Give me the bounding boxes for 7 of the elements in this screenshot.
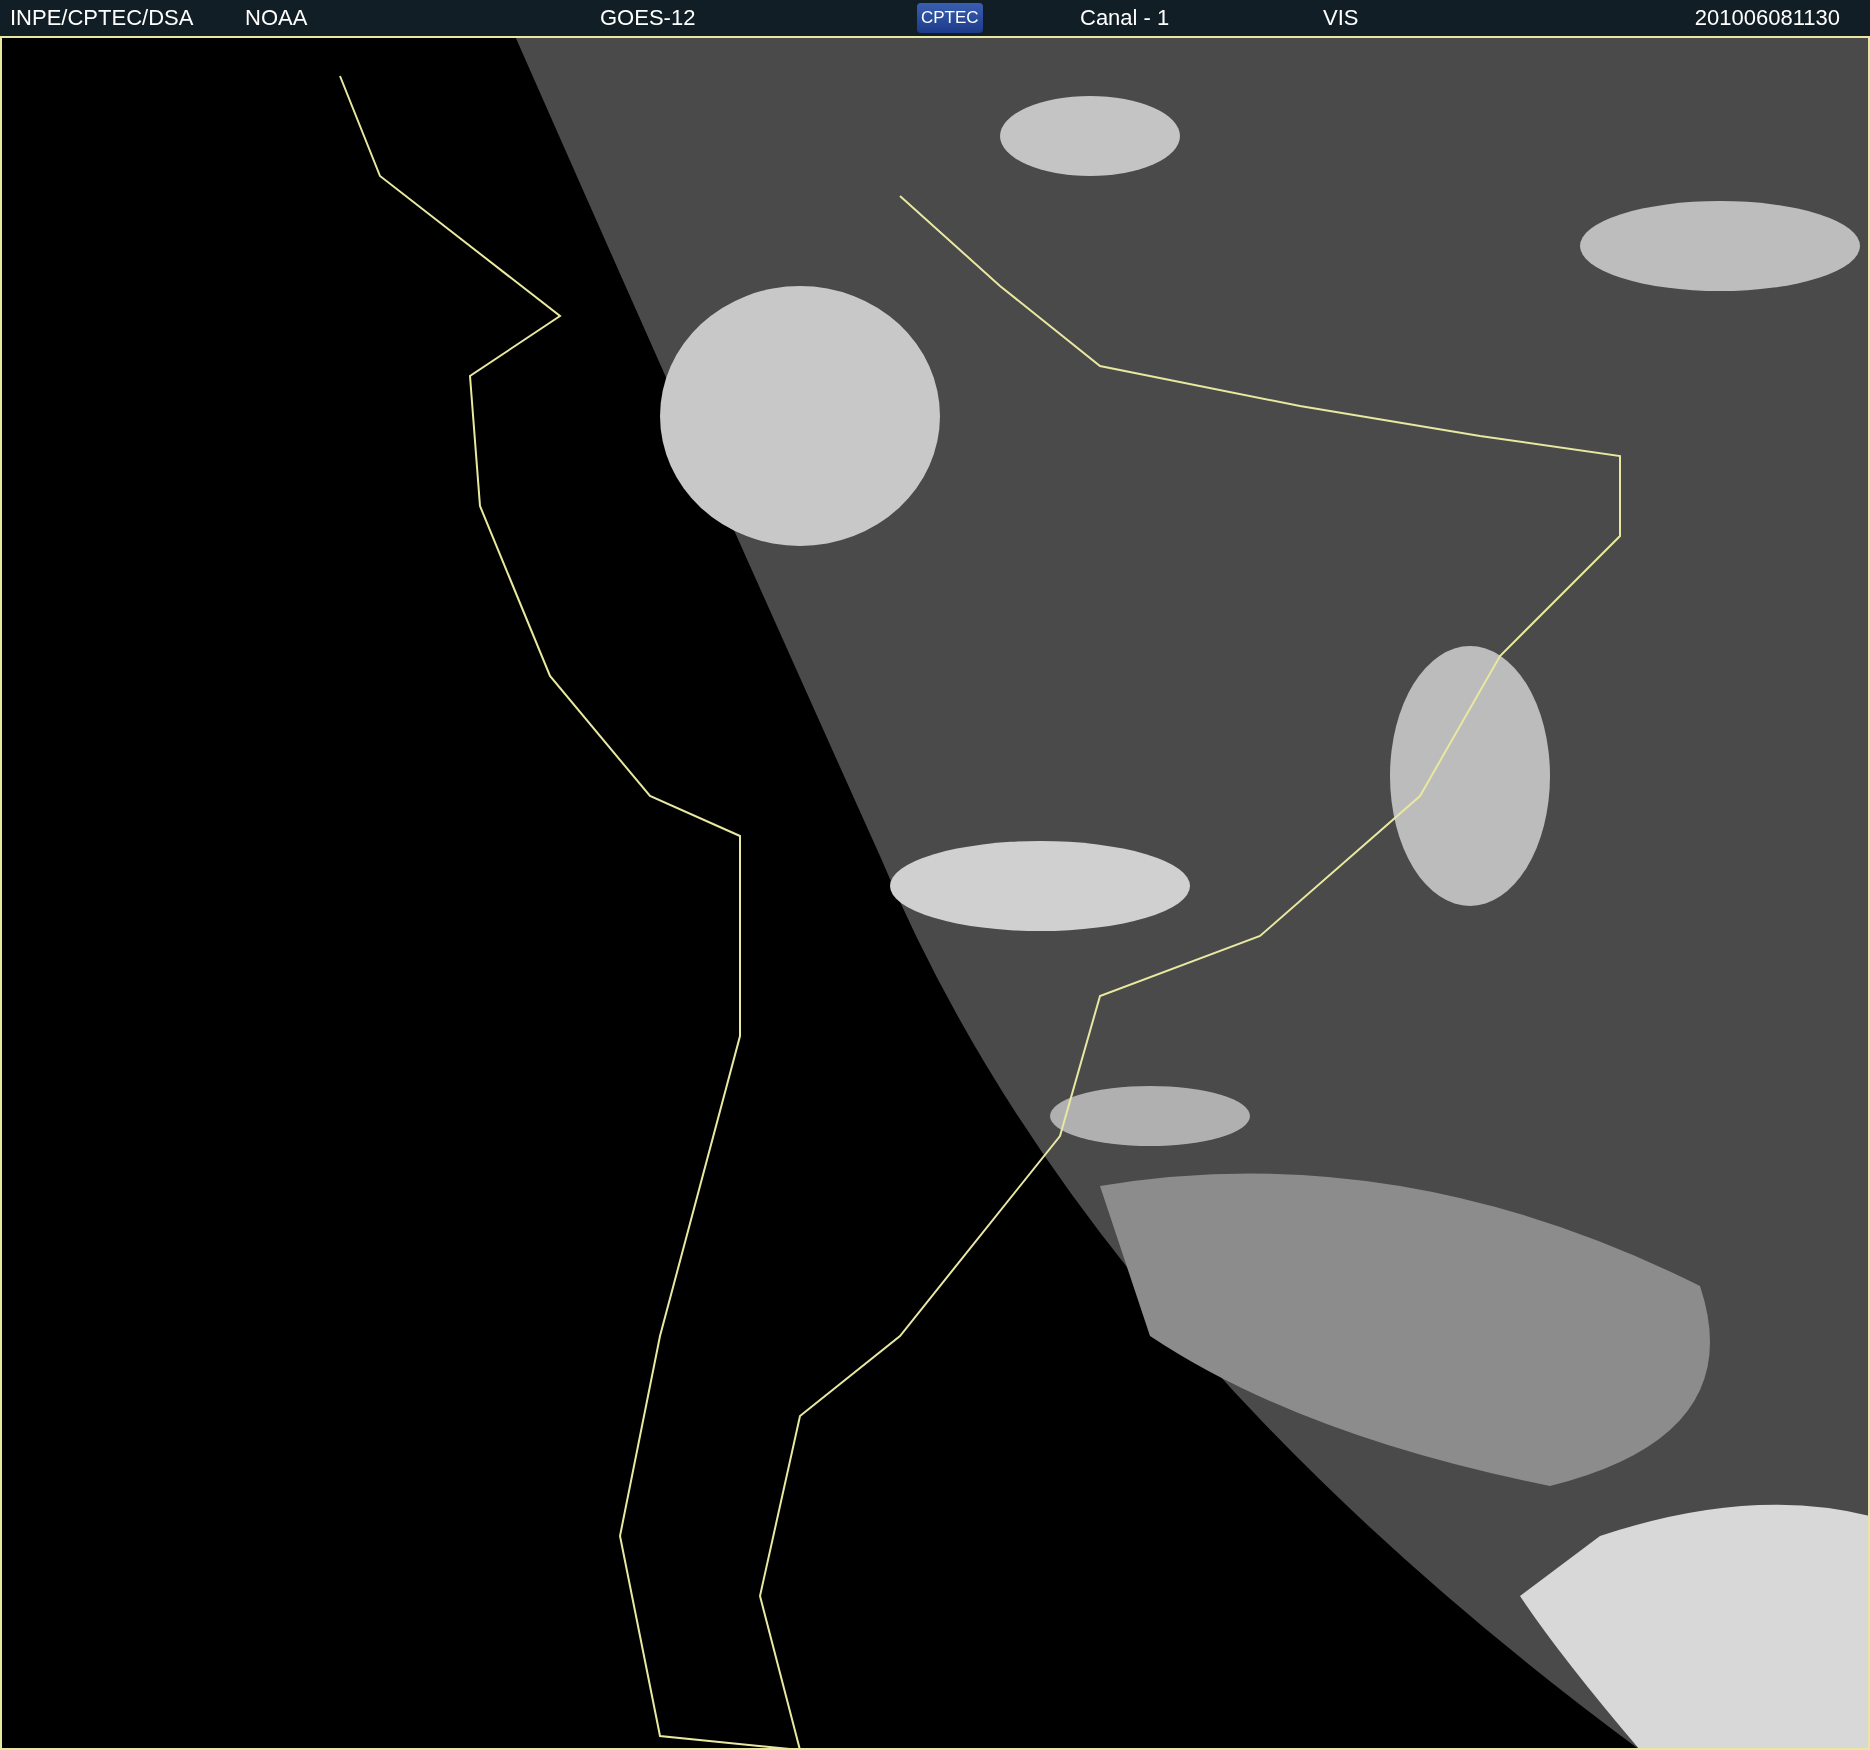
channel-label: Canal - 1 xyxy=(1080,5,1170,31)
satellite-label: GOES-12 xyxy=(600,5,696,31)
band-label: VIS xyxy=(1323,5,1359,31)
logo: CPTEC xyxy=(917,3,983,33)
source-label: INPE/CPTEC/DSA xyxy=(10,5,194,31)
timestamp-label: 201006081130 xyxy=(1694,5,1840,31)
agency-label: NOAA xyxy=(245,5,308,31)
